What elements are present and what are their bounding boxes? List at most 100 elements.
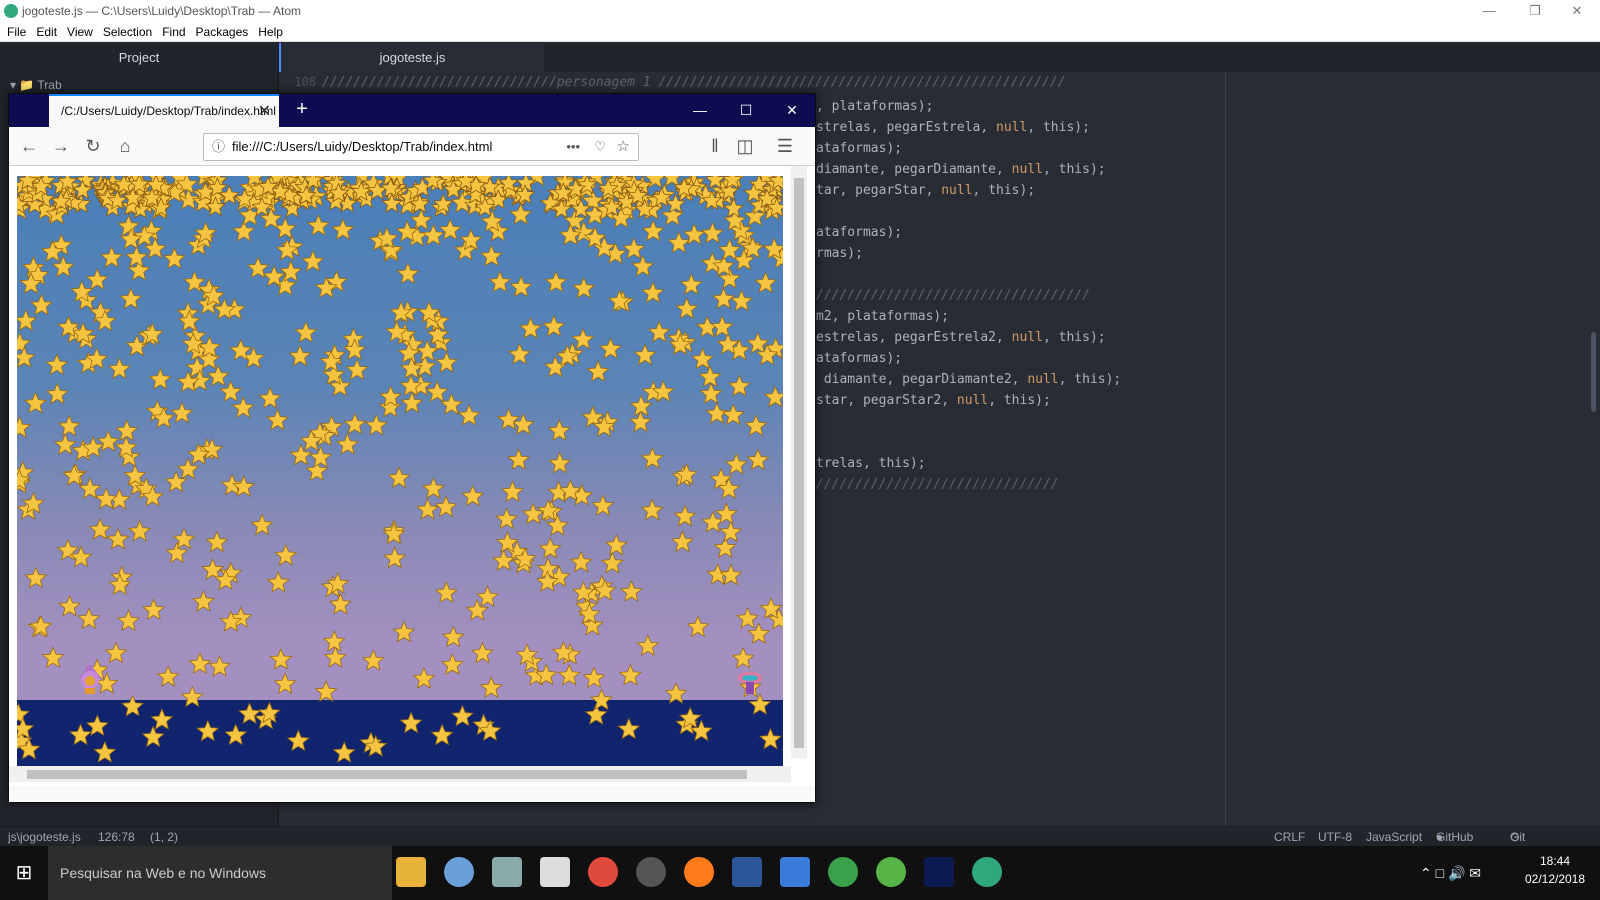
star-sprite — [399, 711, 423, 734]
menu-edit[interactable]: Edit — [31, 22, 62, 42]
star-sprite — [162, 247, 186, 269]
chrome-icon[interactable] — [588, 857, 618, 887]
star-sprite — [150, 708, 174, 730]
new-tab-button[interactable]: + — [287, 94, 317, 127]
atom-title-bar: jogoteste.js — C:\Users\Luidy\Desktop\Tr… — [0, 0, 1600, 22]
player2-character — [737, 666, 763, 696]
wrap-guide — [1225, 72, 1226, 826]
star-sprite — [701, 221, 724, 244]
close-icon[interactable]: ✕ — [1554, 0, 1600, 22]
tree-root-folder[interactable]: ▾ 📁 Trab — [10, 78, 62, 92]
edge-icon[interactable] — [444, 857, 474, 887]
minimize-icon[interactable]: — — [1466, 0, 1512, 22]
game-canvas[interactable] — [17, 176, 783, 766]
menu-find[interactable]: Find — [157, 22, 190, 42]
status-grammar[interactable]: JavaScript — [1366, 827, 1422, 847]
star-sprite — [345, 358, 369, 381]
menu-file[interactable]: File — [0, 22, 31, 42]
browser-maximize-icon[interactable]: ☐ — [723, 94, 769, 127]
globe-icon[interactable] — [828, 857, 858, 887]
star-sprite — [188, 652, 212, 674]
app-circle-icon[interactable] — [636, 857, 666, 887]
star-sprite — [507, 448, 531, 471]
tab-jogoteste[interactable]: jogoteste.js — [279, 43, 544, 72]
star-sprite — [387, 466, 411, 489]
star-sprite — [438, 218, 462, 241]
menu-packages[interactable]: Packages — [191, 22, 254, 42]
app-icon[interactable] — [492, 857, 522, 887]
star-sprite — [728, 374, 751, 397]
status-file[interactable]: js\jogoteste.js — [8, 827, 81, 847]
system-tray[interactable]: ⌃ □ 🔊 ✉ — [1420, 846, 1481, 900]
star-sprite — [273, 672, 297, 695]
status-selection[interactable]: (1, 2) — [150, 827, 178, 847]
file-explorer-icon[interactable] — [396, 857, 426, 887]
star-sprite — [53, 433, 77, 455]
status-encoding[interactable]: UTF-8 — [1318, 827, 1352, 847]
menu-help[interactable]: Help — [253, 22, 288, 42]
star-sprite — [17, 717, 35, 739]
calculator-icon[interactable] — [540, 857, 570, 887]
tab-project[interactable]: Project — [0, 43, 279, 72]
horizontal-scrollbar-thumb[interactable] — [27, 770, 747, 779]
vertical-scrollbar-thumb[interactable] — [794, 178, 804, 748]
pocket-icon[interactable]: ♡ — [594, 134, 606, 160]
editor-icon[interactable] — [780, 857, 810, 887]
star-sprite — [69, 723, 92, 746]
star-sprite — [641, 281, 665, 304]
star-sprite — [495, 507, 519, 530]
restore-icon[interactable]: ❐ — [1512, 0, 1558, 22]
star-sprite — [269, 647, 293, 670]
star-sprite — [673, 504, 697, 527]
stars-layer — [17, 176, 783, 763]
clock-time: 18:44 — [1539, 854, 1571, 868]
hamburger-menu-icon[interactable]: ☰ — [773, 135, 797, 159]
horizontal-scrollbar[interactable] — [9, 766, 791, 782]
star-sprite — [571, 327, 595, 350]
page-viewport — [9, 166, 815, 786]
star-sprite — [548, 451, 572, 474]
status-line-ending[interactable]: CRLF — [1274, 827, 1305, 847]
vertical-scrollbar[interactable] — [791, 166, 807, 758]
tab-close-icon[interactable]: ✕ — [258, 96, 271, 127]
star-sprite — [396, 262, 420, 284]
star-sprite — [736, 606, 760, 629]
taskbar-search-box[interactable]: Pesquisar na Web e no Windows — [48, 846, 392, 900]
browser-close-icon[interactable]: ✕ — [769, 94, 815, 127]
browser-minimize-icon[interactable]: — — [677, 94, 723, 127]
star-sprite — [265, 408, 289, 431]
word-icon[interactable] — [732, 857, 762, 887]
clock[interactable]: 18:44 02/12/2018 — [1515, 852, 1595, 888]
status-cursor[interactable]: 126:78 — [98, 827, 135, 847]
star-sprite — [538, 536, 562, 559]
atom-icon[interactable] — [972, 857, 1002, 887]
sidebar-icon[interactable]: ◫ — [733, 135, 757, 159]
star-sprite — [119, 287, 143, 310]
star-sprite — [647, 320, 671, 343]
menu-view[interactable]: View — [62, 22, 98, 42]
status-bar: js\jogoteste.js 126:78 (1, 2) CRLF UTF-8… — [0, 826, 1600, 864]
library-icon[interactable]: ‖ — [703, 135, 727, 159]
browser-tab-bar: /C:/Users/Luidy/Desktop/Trab/index.html … — [9, 94, 815, 127]
back-icon[interactable]: ← — [17, 135, 41, 159]
reload-icon[interactable]: ↻ — [81, 135, 105, 159]
photoshop-icon[interactable] — [924, 857, 954, 887]
code-line: tar, pegarStar, null, this); — [816, 183, 1036, 198]
url-bar[interactable]: ⓘ file:///C:/Users/Luidy/Desktop/Trab/in… — [203, 133, 639, 161]
utorrent-icon[interactable] — [876, 857, 906, 887]
star-sprite — [343, 412, 367, 435]
browser-tab[interactable]: /C:/Users/Luidy/Desktop/Trab/index.html … — [49, 94, 279, 127]
star-sprite — [434, 581, 458, 604]
forward-icon[interactable]: → — [49, 135, 73, 159]
star-sprite — [104, 641, 128, 664]
home-icon[interactable]: ⌂ — [113, 135, 137, 159]
menu-selection[interactable]: Selection — [98, 22, 157, 42]
star-sprite — [45, 353, 69, 376]
page-actions-icon[interactable]: ••• — [566, 134, 580, 160]
windows-start-icon[interactable]: ⊞ — [0, 846, 48, 900]
editor-scrollbar[interactable] — [1591, 332, 1596, 412]
firefox-icon[interactable] — [684, 857, 714, 887]
bookmark-star-icon[interactable]: ☆ — [617, 134, 630, 160]
star-sprite — [441, 625, 465, 648]
site-info-icon[interactable]: ⓘ — [212, 134, 225, 160]
